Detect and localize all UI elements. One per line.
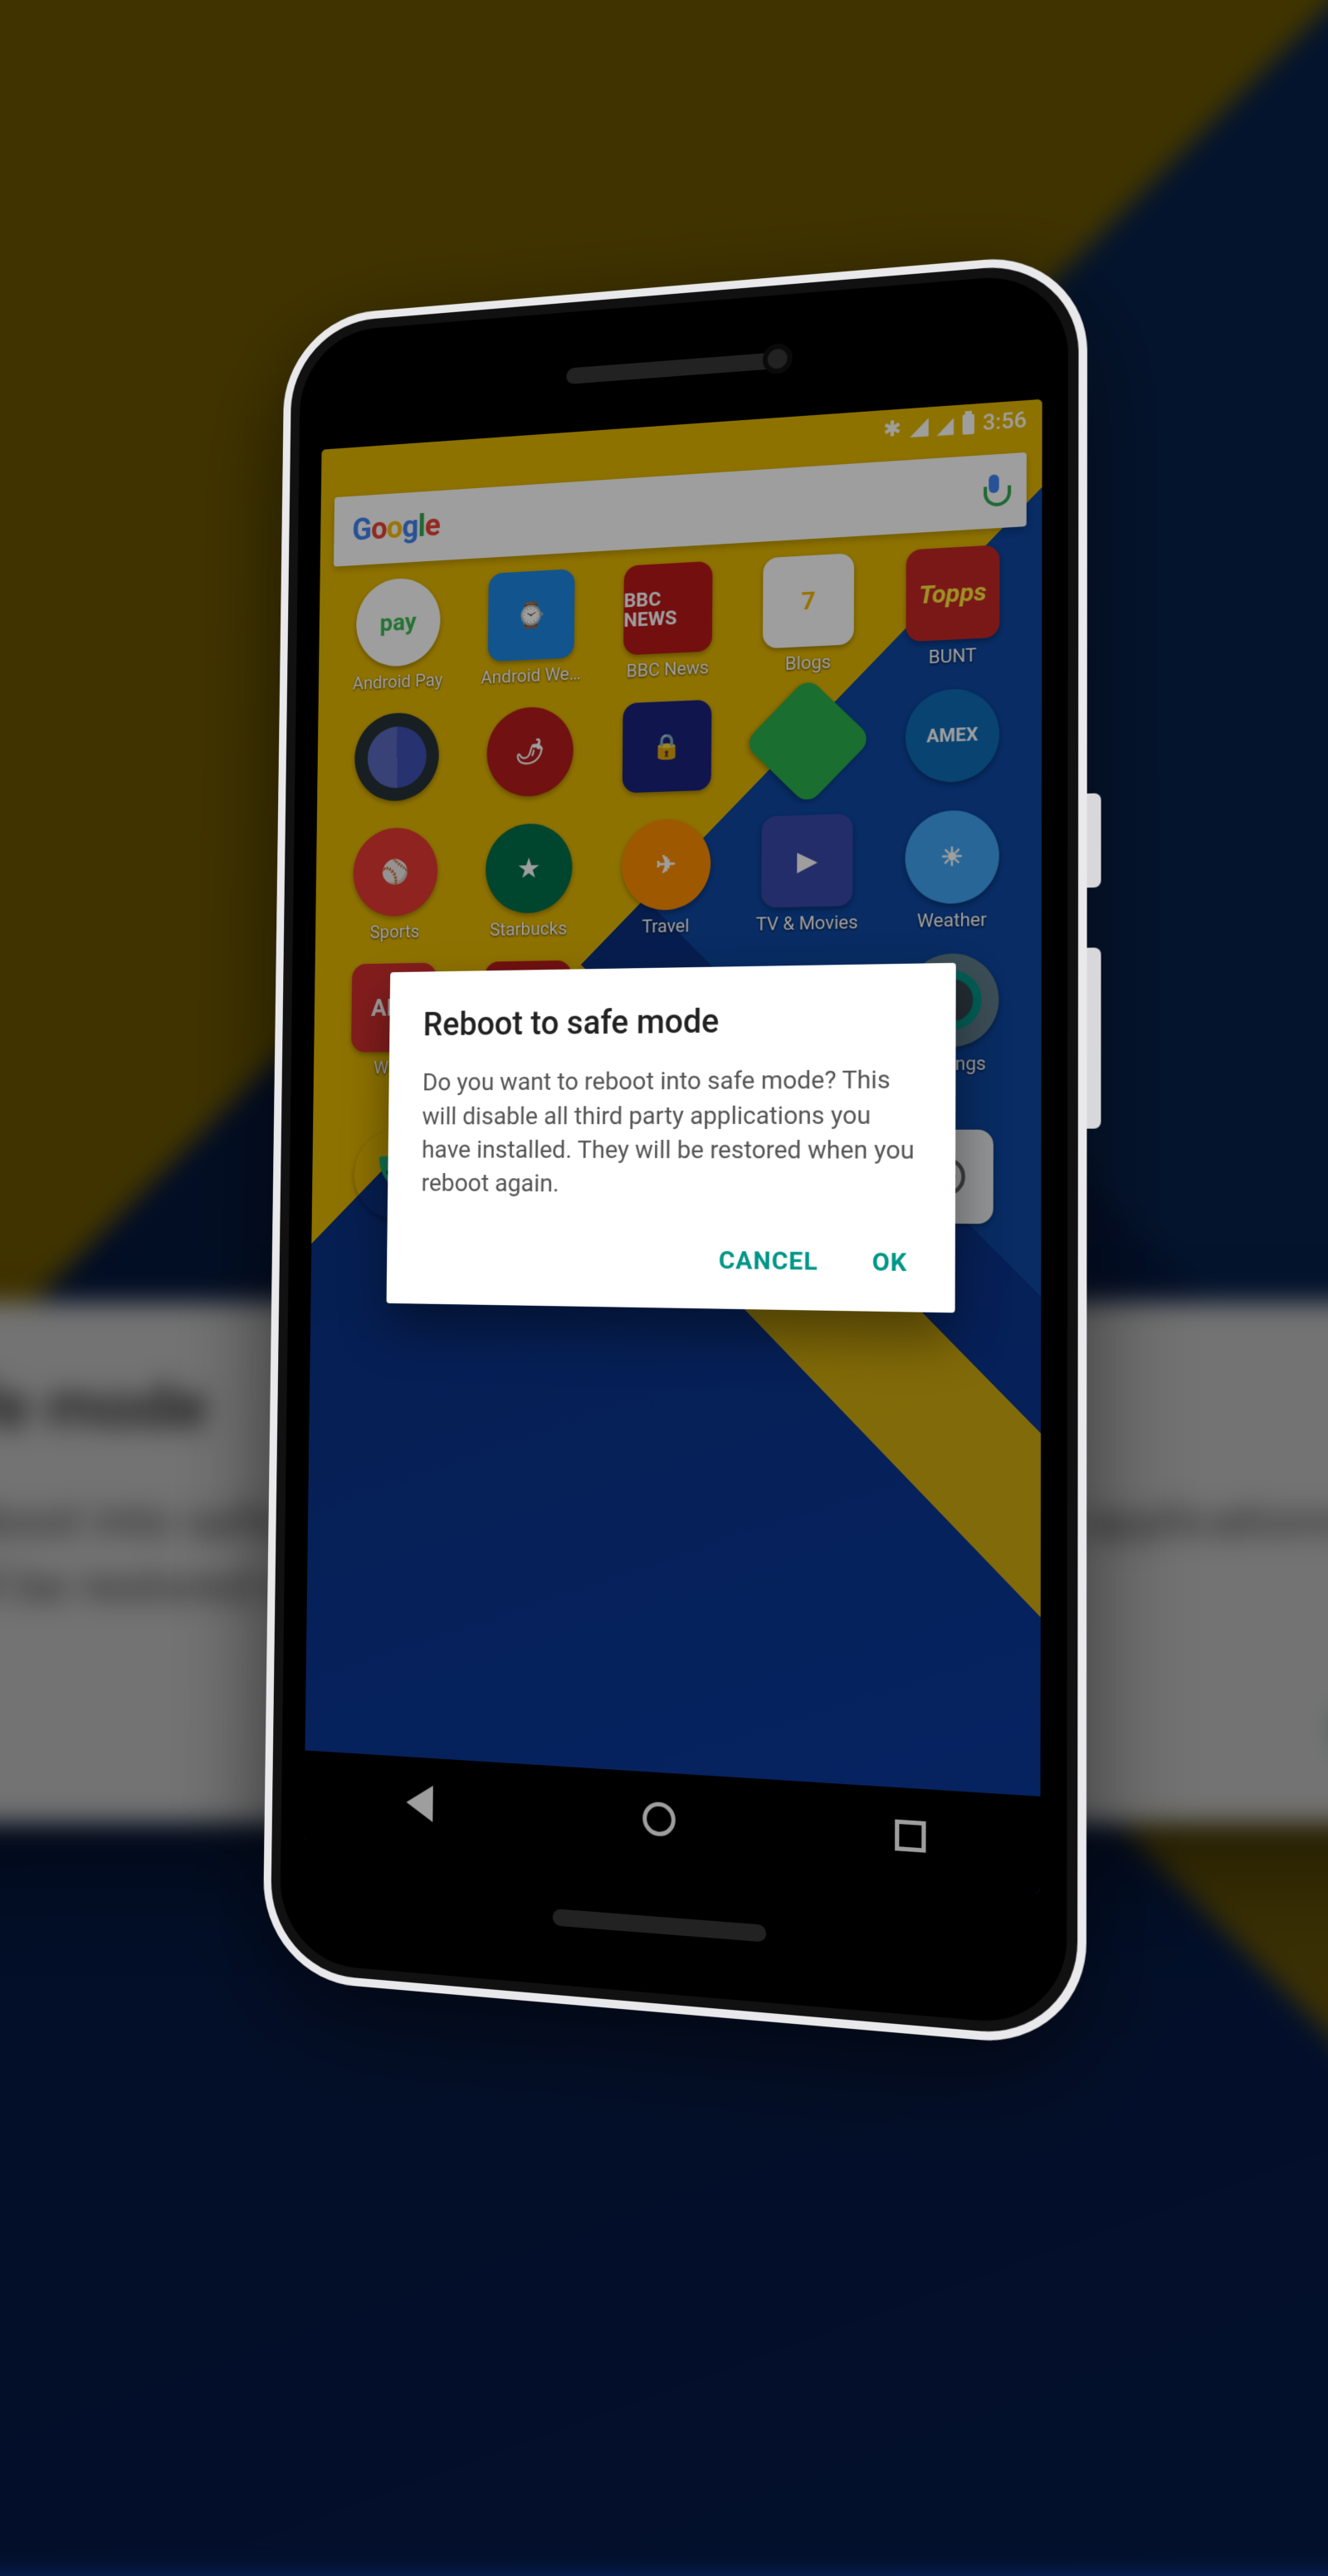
power-button[interactable] xyxy=(1087,793,1101,887)
modal-scrim: Reboot to safe mode Do you want to reboo… xyxy=(304,399,1042,1894)
wifi-icon xyxy=(910,418,928,437)
weather-icon: ☀ xyxy=(905,809,999,905)
dialog-title: Reboot to safe mode xyxy=(423,1000,919,1044)
recents-button[interactable] xyxy=(888,1813,931,1860)
bluetooth-icon: ✱ xyxy=(883,417,901,442)
cell-signal-icon: ◢ xyxy=(937,413,954,439)
battery-icon xyxy=(962,414,974,435)
phone-mockup: ✱ ◢ 3:56 Google p xyxy=(262,252,1087,2050)
cancel-button[interactable]: CANCEL xyxy=(712,1235,825,1286)
volume-rocker[interactable] xyxy=(1086,947,1101,1128)
app-blogs[interactable]: 7 Blogs xyxy=(740,552,876,677)
app-settings[interactable]: Settings xyxy=(881,952,1023,1075)
app-bunt[interactable]: Topps BUNT xyxy=(883,544,1023,671)
camera-app-icon[interactable] xyxy=(898,1130,993,1224)
ok-button[interactable]: OK xyxy=(865,1237,914,1288)
bunt-icon: Topps xyxy=(906,545,999,642)
tv-icon: ▶ xyxy=(761,814,853,907)
app-label: TV & Movies xyxy=(756,912,858,936)
app-weather[interactable]: ☀ Weather xyxy=(882,809,1023,933)
bottom-speaker xyxy=(553,1909,767,1942)
gear-icon xyxy=(905,953,999,1048)
dialog-body: Do you want to reboot into safe mode? Th… xyxy=(422,1063,919,1204)
app-label: BUNT xyxy=(929,645,977,668)
app-label: Weather xyxy=(917,910,987,932)
app-label: Settings xyxy=(917,1053,986,1075)
dialog-actions: CANCEL OK xyxy=(420,1224,918,1297)
reboot-dialog: Reboot to safe mode Do you want to reboo… xyxy=(386,963,956,1312)
app-tv-movies[interactable]: ▶ TV & Movies xyxy=(739,813,876,936)
clock-time: 3:56 xyxy=(983,408,1027,436)
app-feedly[interactable] xyxy=(740,692,876,795)
blogs-icon: 7 xyxy=(763,553,854,648)
amex-icon: AMEX xyxy=(906,687,999,784)
home-button[interactable] xyxy=(638,1796,680,1841)
feedly-icon xyxy=(744,677,872,806)
voice-search-icon[interactable] xyxy=(982,474,1006,509)
hangouts-app-icon[interactable] xyxy=(757,1130,849,1223)
app-label: Blogs xyxy=(785,652,831,674)
earpiece-speaker xyxy=(566,353,775,385)
app-amex[interactable]: AMEX xyxy=(882,687,1023,791)
phone-screen: ✱ ◢ 3:56 Google p xyxy=(304,399,1042,1894)
front-camera xyxy=(763,343,793,374)
